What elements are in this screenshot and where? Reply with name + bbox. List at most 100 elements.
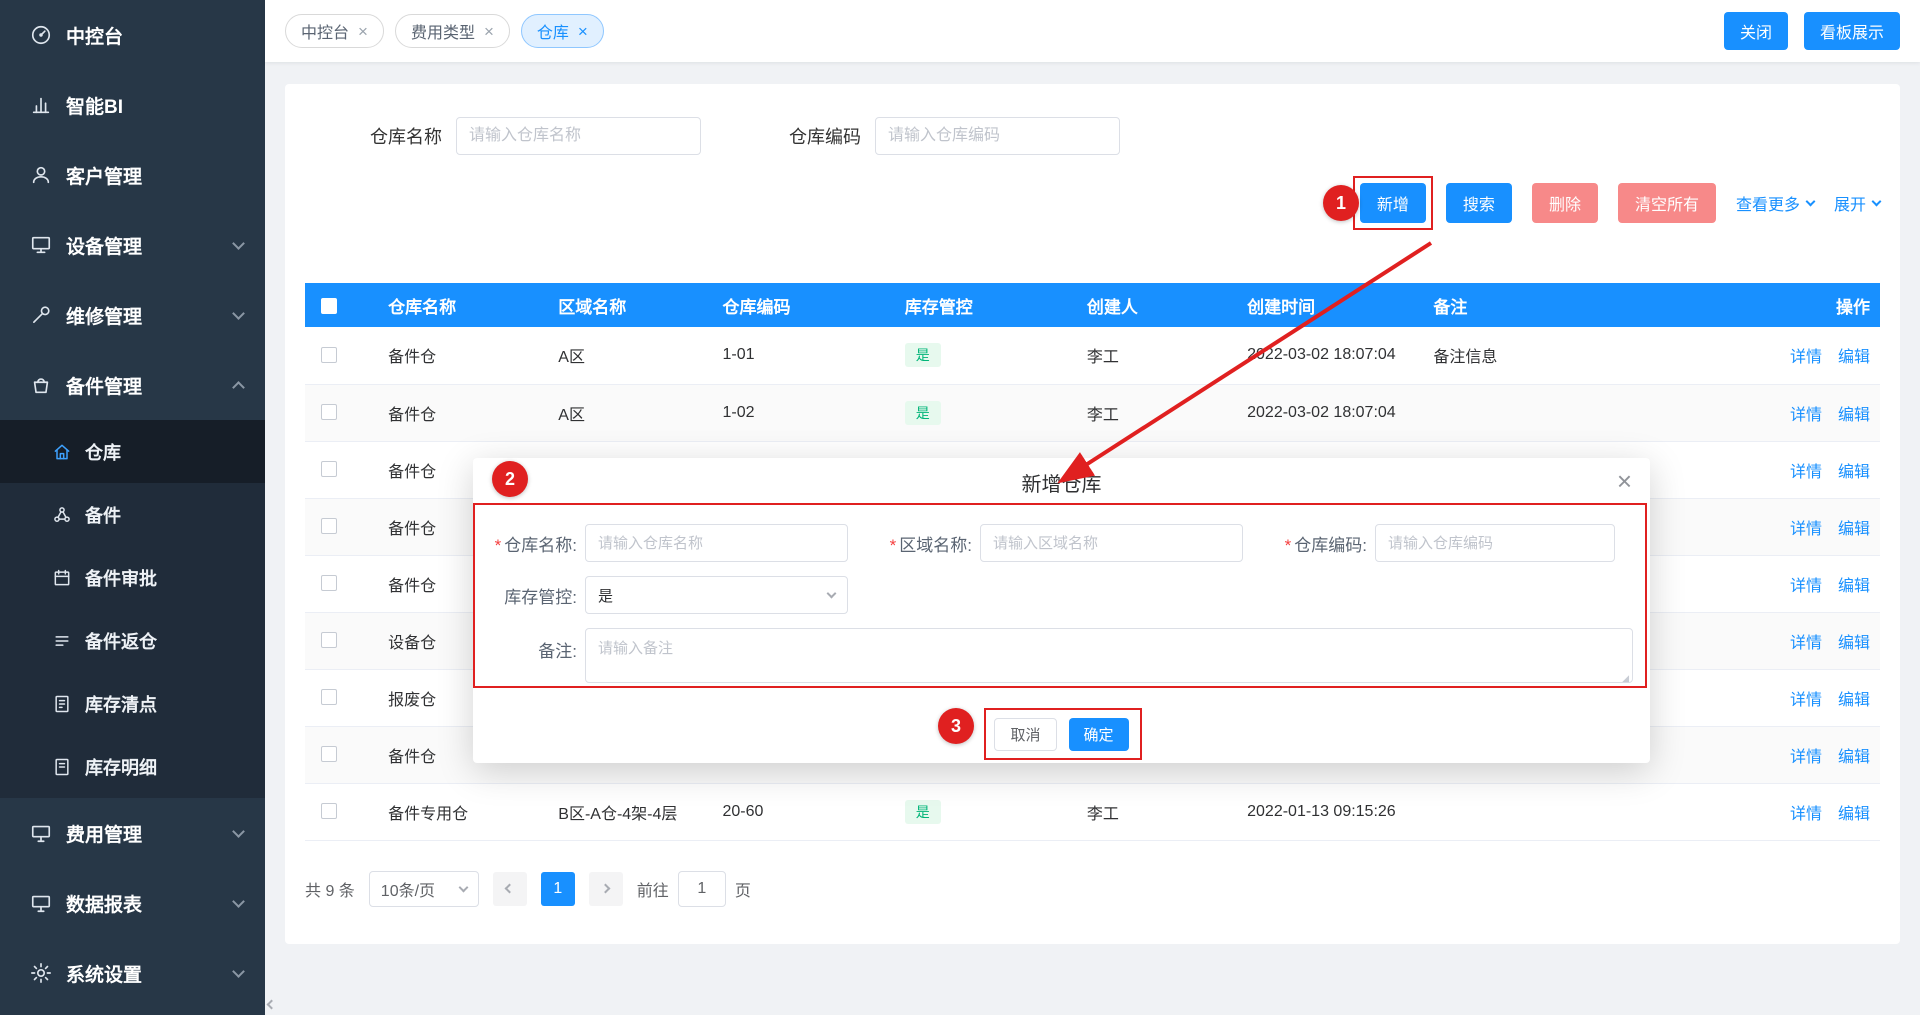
- row-checkbox[interactable]: [321, 746, 337, 762]
- sidebar-item-spare-parts[interactable]: 备件管理: [0, 350, 265, 420]
- sidebar-item-reports[interactable]: 数据报表: [0, 868, 265, 938]
- table-row: 备件仓A区1-01是李工2022-03-02 18:07:04备注信息详情编辑: [305, 327, 1880, 384]
- detail-link[interactable]: 详情: [1790, 349, 1822, 366]
- select-all-checkbox[interactable]: [321, 298, 337, 314]
- next-page-button[interactable]: [589, 872, 623, 906]
- board-display-button[interactable]: 看板展示: [1804, 12, 1900, 50]
- detail-link[interactable]: 详情: [1790, 749, 1822, 766]
- close-icon[interactable]: ×: [484, 23, 494, 40]
- row-checkbox[interactable]: [321, 461, 337, 477]
- sidebar-subitem-warehouse[interactable]: 仓库: [0, 420, 265, 483]
- sidebar-item-label: 维修管理: [66, 302, 142, 329]
- detail-link[interactable]: 详情: [1790, 464, 1822, 481]
- breadcrumb-tag[interactable]: 仓库×: [521, 14, 604, 48]
- close-page-button[interactable]: 关闭: [1724, 12, 1788, 50]
- warehouse-code-input[interactable]: [875, 117, 1120, 155]
- cell-remark: [1423, 384, 1648, 441]
- modal-area-name-label: *区域名称:: [878, 531, 980, 556]
- chevron-down-icon: [232, 825, 245, 838]
- clear-all-button[interactable]: 清空所有: [1618, 183, 1716, 223]
- chevron-right-icon: [601, 884, 611, 894]
- detail-link[interactable]: 详情: [1790, 578, 1822, 595]
- table-row: 备件仓A区1-02是李工2022-03-02 18:07:04详情编辑: [305, 384, 1880, 441]
- chevron-down-icon: [827, 589, 837, 599]
- warehouse-code-label: 仓库编码: [789, 123, 861, 149]
- detail-link[interactable]: 详情: [1790, 635, 1822, 652]
- page-size-select[interactable]: 10条/页: [369, 871, 479, 907]
- edit-link[interactable]: 编辑: [1838, 578, 1870, 595]
- modal-warehouse-code-input[interactable]: [1375, 524, 1615, 562]
- row-checkbox[interactable]: [321, 575, 337, 591]
- page-1-button[interactable]: 1: [541, 872, 575, 906]
- warehouse-name-label: 仓库名称: [370, 123, 442, 149]
- edit-link[interactable]: 编辑: [1838, 806, 1870, 823]
- sidebar-subitem-inventory-detail[interactable]: 库存明细: [0, 735, 265, 798]
- close-icon[interactable]: ×: [578, 23, 588, 40]
- edit-link[interactable]: 编辑: [1838, 349, 1870, 366]
- row-checkbox[interactable]: [321, 803, 337, 819]
- column-header: 备注: [1423, 283, 1648, 327]
- sidebar-submenu: 仓库备件备件审批备件返仓库存清点库存明细: [0, 420, 265, 798]
- modal-warehouse-name-input[interactable]: [585, 524, 848, 562]
- sidebar-subitem-parts-approval[interactable]: 备件审批: [0, 546, 265, 609]
- sidebar-subitem-parts-return[interactable]: 备件返仓: [0, 609, 265, 672]
- cell-remark: 备注信息: [1423, 327, 1648, 384]
- bi-chart-icon: [30, 94, 52, 116]
- detail-link[interactable]: 详情: [1790, 806, 1822, 823]
- detail-link[interactable]: 详情: [1790, 407, 1822, 424]
- edit-link[interactable]: 编辑: [1838, 749, 1870, 766]
- sidebar-item-smart-bi[interactable]: 智能BI: [0, 70, 265, 140]
- sidebar-subitem-parts[interactable]: 备件: [0, 483, 265, 546]
- warehouse-name-input[interactable]: [456, 117, 701, 155]
- customers-icon: [30, 164, 52, 186]
- view-more-link[interactable]: 查看更多: [1736, 191, 1814, 215]
- cell-remark: [1423, 783, 1648, 840]
- close-icon[interactable]: ×: [1617, 468, 1632, 494]
- approval-icon: [52, 568, 72, 588]
- sidebar-item-dashboard[interactable]: 中控台: [0, 0, 265, 70]
- sidebar-collapse-icon[interactable]: [268, 995, 275, 1013]
- row-checkbox[interactable]: [321, 518, 337, 534]
- sidebar-item-label: 费用管理: [66, 820, 142, 847]
- add-button[interactable]: 新增: [1360, 183, 1426, 223]
- row-checkbox[interactable]: [321, 632, 337, 648]
- cell-control: 是: [895, 783, 1077, 840]
- close-icon[interactable]: ×: [358, 23, 368, 40]
- modal-area-name-input[interactable]: [980, 524, 1243, 562]
- sidebar-item-settings[interactable]: 系统设置: [0, 938, 265, 1008]
- chevron-up-icon: [232, 381, 245, 394]
- sidebar-subitem-label: 备件审批: [85, 565, 157, 591]
- cancel-button[interactable]: 取消: [994, 718, 1056, 751]
- sidebar-subitem-inventory-check[interactable]: 库存清点: [0, 672, 265, 735]
- breadcrumb-tag[interactable]: 中控台×: [285, 14, 384, 48]
- row-checkbox[interactable]: [321, 347, 337, 363]
- search-button[interactable]: 搜索: [1446, 183, 1512, 223]
- detail-link[interactable]: 详情: [1790, 692, 1822, 709]
- remark-textarea[interactable]: [585, 628, 1633, 683]
- row-checkbox[interactable]: [321, 404, 337, 420]
- edit-link[interactable]: 编辑: [1838, 464, 1870, 481]
- sidebar-item-devices[interactable]: 设备管理: [0, 210, 265, 280]
- warehouse-icon: [52, 442, 72, 462]
- expand-link[interactable]: 展开: [1834, 191, 1880, 215]
- sidebar-subitem-label: 库存明细: [85, 754, 157, 780]
- prev-page-button[interactable]: [493, 872, 527, 906]
- cell-warehouse-name: 备件专用仓: [378, 783, 548, 840]
- stock-control-select[interactable]: 是: [585, 576, 848, 614]
- confirm-button[interactable]: 确定: [1069, 718, 1129, 751]
- detail-link[interactable]: 详情: [1790, 521, 1822, 538]
- inventory-detail-icon: [52, 757, 72, 777]
- sidebar-item-repair[interactable]: 维修管理: [0, 280, 265, 350]
- sidebar-item-expense[interactable]: 费用管理: [0, 798, 265, 868]
- row-checkbox[interactable]: [321, 689, 337, 705]
- edit-link[interactable]: 编辑: [1838, 635, 1870, 652]
- sidebar-item-customers[interactable]: 客户管理: [0, 140, 265, 210]
- goto-page-input[interactable]: [678, 871, 726, 907]
- edit-link[interactable]: 编辑: [1838, 692, 1870, 709]
- delete-button[interactable]: 删除: [1532, 183, 1598, 223]
- edit-link[interactable]: 编辑: [1838, 407, 1870, 424]
- edit-link[interactable]: 编辑: [1838, 521, 1870, 538]
- inventory-check-icon: [52, 694, 72, 714]
- cell-code: 1-02: [712, 384, 894, 441]
- breadcrumb-tag[interactable]: 费用类型×: [395, 14, 510, 48]
